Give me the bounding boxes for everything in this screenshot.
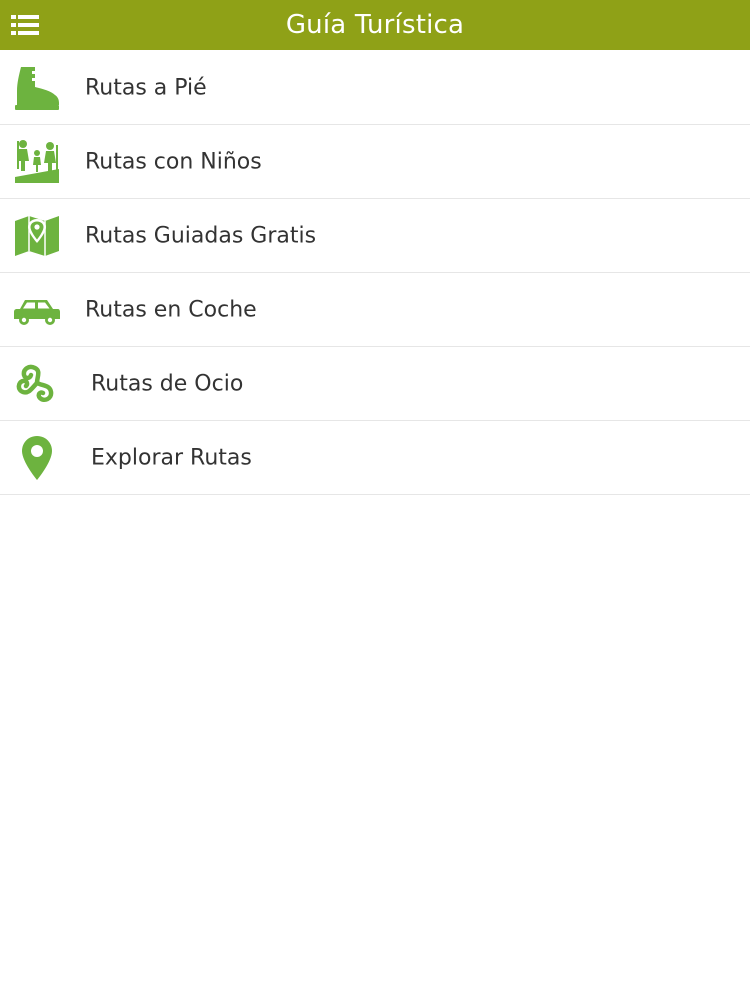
routes-menu-list: Rutas a Pié Rutas con Niños Rutas Guiada…	[0, 51, 750, 495]
top-bar: Guía Turística	[0, 0, 750, 50]
menu-item-explorar-rutas[interactable]: Explorar Rutas	[0, 421, 750, 495]
hiking-boot-icon	[12, 63, 62, 113]
menu-item-rutas-con-ninos[interactable]: Rutas con Niños	[0, 125, 750, 199]
triskele-icon	[12, 359, 62, 409]
map-pin-map-icon	[12, 211, 62, 261]
menu-item-label: Explorar Rutas	[91, 445, 252, 470]
family-hiking-icon	[12, 137, 62, 187]
menu-item-rutas-guiadas-gratis[interactable]: Rutas Guiadas Gratis	[0, 199, 750, 273]
menu-item-rutas-de-ocio[interactable]: Rutas de Ocio	[0, 347, 750, 421]
car-icon	[12, 285, 62, 335]
menu-item-label: Rutas de Ocio	[91, 371, 244, 396]
location-pin-icon	[12, 433, 62, 483]
page-title: Guía Turística	[285, 10, 465, 40]
menu-item-rutas-en-coche[interactable]: Rutas en Coche	[0, 273, 750, 347]
menu-item-label: Rutas con Niños	[85, 149, 262, 174]
menu-item-label: Rutas a Pié	[85, 75, 207, 100]
menu-item-rutas-a-pie[interactable]: Rutas a Pié	[0, 51, 750, 125]
app-screen: Guía Turística Rutas a Pié Rutas con Niñ…	[0, 0, 750, 1000]
menu-item-label: Rutas en Coche	[85, 297, 257, 322]
menu-item-label: Rutas Guiadas Gratis	[85, 223, 317, 248]
